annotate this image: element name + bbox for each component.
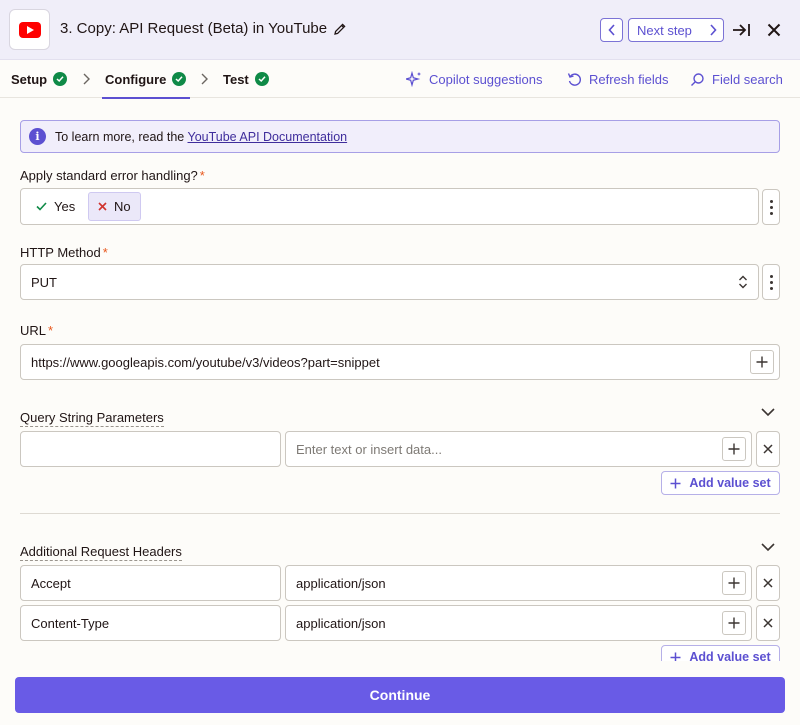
http-method-value: PUT	[31, 274, 57, 290]
check-circle-icon	[254, 72, 269, 86]
refresh-fields-label: Refresh fields	[589, 71, 669, 87]
chevron-right-icon	[710, 24, 717, 36]
chevron-down-icon[interactable]	[760, 541, 776, 553]
required-marker: *	[102, 245, 108, 260]
plus-icon	[728, 443, 740, 455]
insert-data-button[interactable]	[722, 571, 746, 595]
header-value-input[interactable]: application/json	[285, 565, 752, 601]
copilot-suggestions-label: Copilot suggestions	[429, 71, 543, 87]
check-circle-icon	[172, 72, 187, 86]
option-no[interactable]: No	[88, 192, 141, 221]
api-docs-link[interactable]: YouTube API Documentation	[188, 130, 348, 144]
query-param-value-placeholder: Enter text or insert data...	[296, 441, 442, 457]
copilot-suggestions-link[interactable]: Copilot suggestions	[406, 60, 542, 98]
refresh-fields-link[interactable]: Refresh fields	[567, 60, 668, 98]
tab-test-label: Test	[223, 71, 249, 87]
youtube-logo	[9, 9, 50, 50]
search-icon	[691, 72, 704, 86]
insert-data-button[interactable]	[750, 350, 774, 374]
step-header: 3. Copy: API Request (Beta) in YouTube N…	[0, 0, 800, 60]
check-circle-icon	[53, 72, 68, 86]
add-value-set-button[interactable]: Add value set	[661, 471, 780, 495]
select-arrows-icon	[739, 275, 747, 289]
plus-icon	[728, 577, 740, 589]
http-method-label: HTTP Method *	[20, 245, 108, 260]
header-key-value: Content-Type	[31, 615, 110, 631]
header-key-input[interactable]: Accept	[20, 565, 281, 601]
next-step-button[interactable]: Next step	[628, 18, 724, 42]
check-icon	[36, 202, 47, 211]
sparkle-icon	[406, 71, 421, 87]
url-value: https://www.googleapis.com/youtube/v3/vi…	[31, 354, 380, 370]
remove-row-button[interactable]	[756, 605, 780, 641]
tab-configure-label: Configure	[105, 71, 167, 87]
required-marker: *	[199, 168, 205, 183]
query-param-key-input[interactable]	[20, 431, 281, 467]
tab-setup[interactable]: Setup	[11, 60, 68, 98]
option-yes[interactable]: Yes	[27, 192, 84, 221]
chevron-left-icon	[607, 24, 615, 36]
close-icon	[763, 578, 773, 588]
tab-configure[interactable]: Configure	[102, 60, 191, 99]
query-params-label: Query String Parameters	[20, 410, 164, 427]
plus-icon	[728, 617, 740, 629]
close-icon	[763, 444, 773, 454]
expand-panel-button[interactable]	[730, 18, 752, 42]
step-title-wrap: 3. Copy: API Request (Beta) in YouTube	[60, 20, 347, 37]
header-value-input[interactable]: application/json	[285, 605, 752, 641]
error-handling-label: Apply standard error handling? *	[20, 168, 205, 183]
header-key-value: Accept	[31, 575, 71, 591]
edit-pencil-icon[interactable]	[333, 22, 347, 36]
close-icon	[767, 23, 781, 37]
continue-label: Continue	[369, 687, 431, 703]
plus-icon	[756, 356, 768, 368]
chevron-right-icon	[201, 73, 208, 85]
step-title: 3. Copy: API Request (Beta) in YouTube	[60, 20, 328, 37]
info-banner: i To learn more, read the YouTube API Do…	[20, 120, 780, 153]
field-search-label: Field search	[712, 71, 783, 87]
x-icon	[98, 202, 107, 211]
chevron-down-icon[interactable]	[760, 406, 776, 418]
section-divider	[20, 513, 780, 514]
tab-setup-label: Setup	[11, 71, 48, 87]
field-search-link[interactable]: Field search	[690, 60, 783, 98]
option-no-label: No	[114, 199, 131, 214]
required-marker: *	[48, 323, 54, 338]
close-button[interactable]	[763, 18, 785, 42]
tab-test[interactable]: Test	[223, 60, 269, 98]
close-icon	[763, 618, 773, 628]
refresh-icon	[567, 72, 581, 86]
http-method-menu-button[interactable]	[762, 264, 780, 300]
url-field[interactable]: https://www.googleapis.com/youtube/v3/vi…	[20, 344, 780, 380]
insert-data-button[interactable]	[722, 611, 746, 635]
error-handling-menu-button[interactable]	[762, 189, 780, 225]
header-key-input[interactable]: Content-Type	[20, 605, 281, 641]
remove-row-button[interactable]	[756, 565, 780, 601]
header-value-value: application/json	[296, 575, 386, 591]
info-text: To learn more, read the YouTube API Docu…	[55, 129, 348, 144]
next-step-label: Next step	[637, 22, 692, 38]
add-value-set-label: Add value set	[689, 476, 771, 490]
url-label: URL *	[20, 323, 54, 338]
step-tabs: Setup Configure Test Copilot suggestions…	[0, 60, 800, 99]
info-icon: i	[29, 128, 46, 145]
chevron-right-icon	[83, 73, 90, 85]
request-headers-label: Additional Request Headers	[20, 544, 182, 561]
query-param-value-input[interactable]: Enter text or insert data...	[285, 431, 752, 467]
continue-button[interactable]: Continue	[15, 677, 785, 713]
plus-icon	[670, 478, 681, 488]
option-yes-label: Yes	[54, 199, 76, 214]
http-method-select[interactable]: PUT	[20, 264, 759, 300]
remove-row-button[interactable]	[756, 431, 780, 467]
header-value-value: application/json	[296, 615, 386, 631]
previous-step-button[interactable]	[600, 18, 623, 42]
arrow-to-right-icon	[733, 24, 750, 36]
youtube-icon	[18, 21, 41, 38]
insert-data-button[interactable]	[722, 437, 746, 461]
